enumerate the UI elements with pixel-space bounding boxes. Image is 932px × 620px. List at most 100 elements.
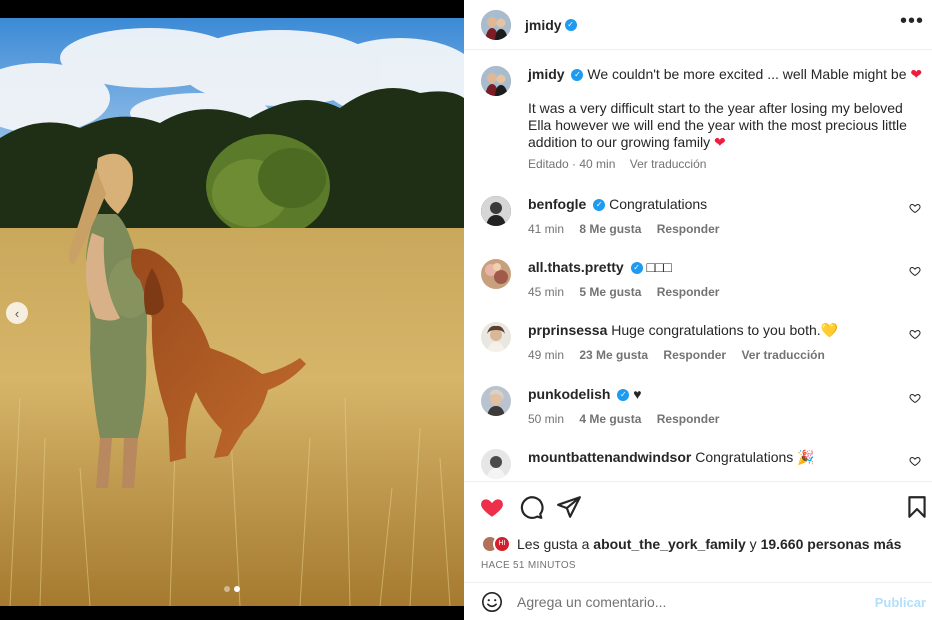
comment-time: 45 min [528,285,565,299]
comment-time: 41 min [528,222,565,236]
comment-like-count[interactable]: 23 Me gusta [579,348,648,362]
verified-badge-icon: ✓ [630,262,643,275]
likes-text: Les gusta a about_the_york_family y 19.6… [517,536,901,552]
comment-reply-link[interactable]: Responder [657,222,720,236]
comment-reply-link[interactable]: Responder [663,348,726,362]
comment-item: all.thats.pretty ✓ □□□ 45 min 5 Me gusta… [481,259,921,307]
likes-user-link[interactable]: about_the_york_family [593,536,746,552]
liker-avatars: HI [481,535,511,553]
commenter-avatar[interactable] [481,386,511,416]
avatar-image [481,449,511,479]
comment-text: ♥ [633,386,642,402]
comment-translate-link[interactable]: Ver traducción [741,348,824,362]
carousel-indicator [0,586,464,592]
comment-meta: 50 min 4 Me gusta Responder [528,411,898,428]
comment-body: punkodelish ✓ ♥ 50 min 4 Me gusta Respon… [528,386,898,428]
red-heart-emoji-icon: ❤ [714,134,726,150]
avatar-image [481,196,511,226]
caption-username[interactable]: jmidy [528,66,565,82]
comment-item: prprinsessa Huge congratulations to you … [481,322,921,370]
comment-reply-link[interactable]: Responder [657,412,720,426]
comment-heart-icon[interactable] [909,392,921,404]
likes-prefix: Les gusta a [517,536,590,552]
caption-edited-time: Editado · 40 min [528,157,616,171]
comment-heart-icon[interactable] [909,328,921,340]
field-photo-illustration [0,18,464,606]
author-avatar[interactable] [481,9,511,40]
red-heart-emoji-icon: ❤ [910,66,923,82]
comment-body: prprinsessa Huge congratulations to you … [528,322,898,364]
commenter-username[interactable]: mountbattenandwindsor [528,449,691,465]
comment-text: Congratulations [609,196,708,212]
comment-bubble-icon[interactable] [518,494,544,520]
avatar-image [481,66,511,96]
commenter-username[interactable]: punkodelish [528,386,610,402]
post-photo-container: ‹ [0,0,464,620]
comment-heart-icon[interactable] [909,265,921,277]
comment-item: benfogle ✓ Congratulations 41 min 8 Me g… [481,196,921,244]
commenter-username[interactable]: prprinsessa [528,322,607,338]
comment-heart-icon[interactable] [909,202,921,214]
commenter-avatar[interactable] [481,449,511,479]
commenter-avatar[interactable] [481,322,511,352]
comment-text: Huge congratulations to you both.💛 [611,322,839,338]
verified-badge-icon: ✓ [593,199,606,212]
comment-body: all.thats.pretty ✓ □□□ 45 min 5 Me gusta… [528,259,898,301]
post-header: jmidy ✓ ••• [464,0,932,50]
carousel-dot-active [234,586,240,592]
comment-time: 49 min [528,348,565,362]
caption-body: jmidy ✓ We couldn't be more excited ... … [528,66,923,173]
comment-body: benfogle ✓ Congratulations 41 min 8 Me g… [528,196,898,238]
author-username[interactable]: jmidy [525,17,562,33]
post-actions: HI Les gusta a about_the_york_family y 1… [464,481,932,581]
emoji-smile-icon[interactable] [481,591,503,613]
commenter-avatar[interactable] [481,259,511,289]
comment-like-count[interactable]: 4 Me gusta [579,412,641,426]
comment-heart-icon[interactable] [909,455,921,467]
liker-avatar: HI [493,535,511,553]
carousel-dot [224,586,230,592]
avatar-image [481,259,511,289]
post-side-panel: jmidy ✓ ••• jmidy ✓ We couldn't be more … [464,0,932,620]
likes-summary: HI Les gusta a about_the_york_family y 1… [481,535,901,553]
verified-badge-icon: ✓ [571,69,584,82]
more-options-icon[interactable]: ••• [900,11,924,31]
comment-meta: 45 min 5 Me gusta Responder [528,284,898,301]
likes-joiner: y [749,536,757,552]
comment-item: punkodelish ✓ ♥ 50 min 4 Me gusta Respon… [481,386,921,434]
comment-reply-link[interactable]: Responder [657,285,720,299]
like-heart-filled-icon[interactable] [479,494,505,520]
avatar-image [481,386,511,416]
commenter-avatar[interactable] [481,196,511,226]
caption-text-paragraph: It was a very difficult start to the yea… [528,100,920,151]
avatar-image [481,9,511,40]
post-timestamp: HACE 51 MINUTOS [481,560,576,571]
save-bookmark-icon[interactable] [904,494,930,520]
avatar-image [481,322,511,352]
likes-others-link[interactable]: 19.660 personas más [761,536,902,552]
caption-translate-link[interactable]: Ver traducción [630,157,707,171]
comment-time: 50 min [528,412,565,426]
caption-first-line: jmidy ✓ We couldn't be more excited ... … [528,66,923,83]
comment-like-count[interactable]: 8 Me gusta [579,222,641,236]
commenter-username[interactable]: all.thats.pretty [528,259,624,275]
comment-body: mountbattenandwindsor Congratulations 🎉 [528,449,898,466]
post-photo[interactable] [0,18,464,606]
comment-item: mountbattenandwindsor Congratulations 🎉 [481,449,921,479]
carousel-prev-button[interactable]: ‹ [6,302,28,324]
add-comment-bar: Publicar [464,582,932,620]
comment-like-count[interactable]: 5 Me gusta [579,285,641,299]
share-send-icon[interactable] [556,494,582,520]
caption-text-line1: We couldn't be more excited ... well Mab… [587,66,907,82]
verified-badge-icon: ✓ [564,18,577,31]
verified-badge-icon: ✓ [617,389,630,402]
publish-button[interactable]: Publicar [875,595,926,610]
caption-author-avatar[interactable] [481,66,511,96]
comment-meta: 41 min 8 Me gusta Responder [528,221,898,238]
comment-text: Congratulations 🎉 [695,449,815,465]
caption-meta: Editado · 40 min Ver traducción [528,156,920,173]
comment-input[interactable] [517,593,857,610]
comment-meta: 49 min 23 Me gusta Responder Ver traducc… [528,347,898,364]
comment-text: □□□ [646,259,672,275]
commenter-username[interactable]: benfogle [528,196,586,212]
